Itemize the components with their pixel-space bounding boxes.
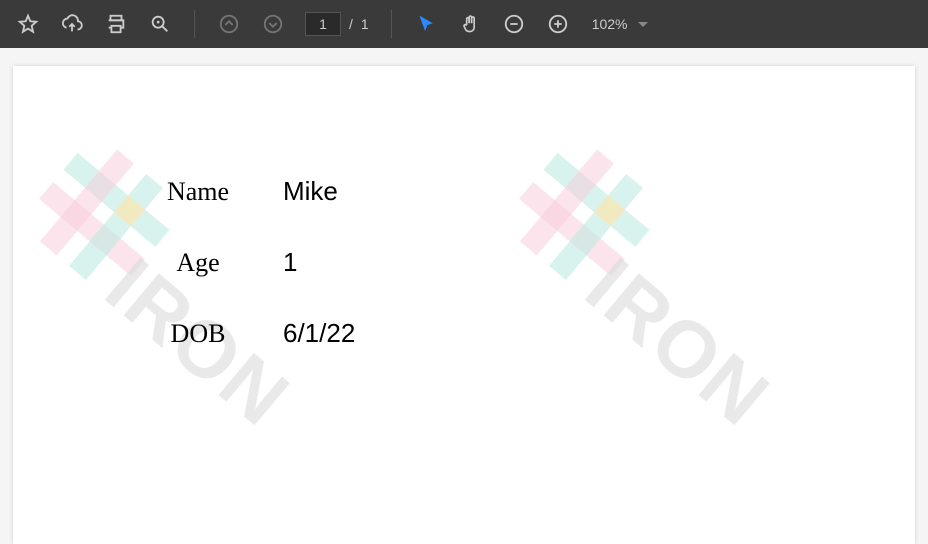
zoom-find-icon[interactable] bbox=[140, 4, 180, 44]
chevron-down-icon bbox=[638, 22, 648, 27]
label-name: Name bbox=[113, 177, 283, 207]
watermark: IRON bbox=[498, 131, 667, 300]
page-down-icon[interactable] bbox=[253, 4, 293, 44]
select-tool-icon[interactable] bbox=[406, 4, 446, 44]
hand-tool-icon[interactable] bbox=[450, 4, 490, 44]
page-number-input[interactable] bbox=[305, 12, 341, 36]
form-content: Name Mike Age 1 DOB 6/1/22 bbox=[113, 176, 355, 389]
toolbar-separator bbox=[194, 10, 195, 38]
zoom-value: 102% bbox=[592, 16, 628, 32]
print-icon[interactable] bbox=[96, 4, 136, 44]
toolbar-separator bbox=[391, 10, 392, 38]
form-row-dob: DOB 6/1/22 bbox=[113, 318, 355, 349]
pdf-page: IRON IRON Name Mike Age 1 DOB bbox=[13, 66, 915, 544]
value-age: 1 bbox=[283, 247, 297, 278]
zoom-dropdown[interactable]: 102% bbox=[592, 16, 648, 32]
label-dob: DOB bbox=[113, 319, 283, 349]
watermark-text: IRON bbox=[569, 240, 787, 444]
cloud-upload-icon[interactable] bbox=[52, 4, 92, 44]
form-row-age: Age 1 bbox=[113, 247, 355, 278]
value-dob: 6/1/22 bbox=[283, 318, 355, 349]
pdf-toolbar: / 1 102% bbox=[0, 0, 928, 48]
star-icon[interactable] bbox=[8, 4, 48, 44]
page-indicator: / 1 bbox=[305, 12, 369, 36]
document-viewport: IRON IRON Name Mike Age 1 DOB bbox=[0, 48, 928, 544]
page-total: 1 bbox=[361, 16, 369, 32]
value-name: Mike bbox=[283, 176, 338, 207]
label-age: Age bbox=[113, 248, 283, 278]
page-up-icon[interactable] bbox=[209, 4, 249, 44]
form-row-name: Name Mike bbox=[113, 176, 355, 207]
zoom-in-icon[interactable] bbox=[538, 4, 578, 44]
zoom-out-icon[interactable] bbox=[494, 4, 534, 44]
page-separator: / bbox=[349, 16, 353, 32]
